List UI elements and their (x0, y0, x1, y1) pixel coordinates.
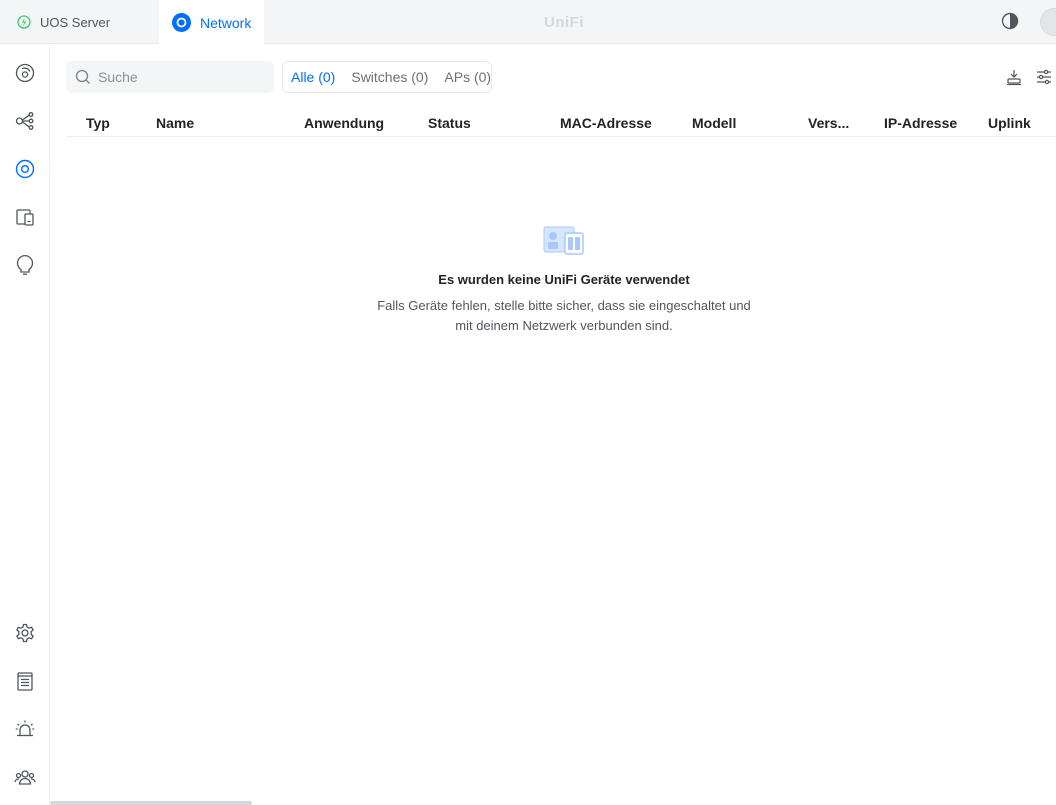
column-header-name[interactable]: Name (156, 115, 194, 131)
tab-label: Network (200, 14, 252, 31)
tab-uos-server[interactable]: UOS Server (0, 0, 159, 44)
uos-server-icon (17, 15, 31, 29)
topology-icon (15, 112, 34, 130)
search-box[interactable] (66, 61, 274, 93)
tab-network[interactable]: Network (159, 0, 264, 45)
sidebar-item-dashboard[interactable] (13, 61, 37, 85)
network-icon (172, 13, 191, 32)
column-header-status[interactable]: Status (428, 115, 471, 131)
horizontal-scrollbar[interactable] (50, 801, 252, 805)
alarm-icon (15, 720, 35, 737)
empty-devices-icon (543, 226, 584, 255)
filter-aps[interactable]: APs (0) (444, 69, 491, 85)
sidebar-item-logs[interactable] (13, 669, 37, 693)
sidebar-item-topology[interactable] (13, 109, 37, 133)
sidebar-item-alarms[interactable] (13, 717, 37, 741)
dashboard-icon (15, 63, 35, 83)
sidebar-item-client-devices[interactable] (13, 205, 37, 229)
search-icon (75, 69, 90, 84)
sidebar (0, 45, 50, 805)
unifi-devices-icon (15, 159, 35, 179)
empty-state-title: Es wurden keine UniFi Geräte verwendet (438, 272, 690, 287)
filter-switches[interactable]: Switches (0) (351, 69, 428, 85)
user-avatar[interactable] (1040, 8, 1056, 36)
contrast-icon[interactable] (1001, 12, 1019, 30)
export-icon[interactable] (1005, 68, 1023, 86)
empty-state-message: Falls Geräte fehlen, stelle bitte sicher… (364, 296, 764, 336)
sidebar-item-unifi-devices[interactable] (13, 157, 37, 181)
table-header: Typ Name Anwendung Status MAC-Adresse Mo… (66, 110, 1056, 137)
tab-label: UOS Server (40, 14, 111, 30)
users-icon (14, 770, 36, 785)
empty-state-line: Falls Geräte fehlen, stelle bitte sicher… (377, 298, 751, 313)
column-header-uplink[interactable]: Uplink (988, 115, 1031, 131)
logs-icon (17, 672, 33, 691)
gear-icon (16, 623, 34, 643)
column-header-mac-address[interactable]: MAC-Adresse (560, 115, 652, 131)
sidebar-item-admins[interactable] (13, 765, 37, 789)
column-settings-icon[interactable] (1035, 68, 1053, 86)
column-header-model[interactable]: Modell (692, 115, 736, 131)
empty-state-line: mit deinem Netzwerk verbunden sind. (455, 318, 673, 333)
column-header-type[interactable]: Typ (86, 115, 110, 131)
sidebar-item-settings[interactable] (13, 621, 37, 645)
client-devices-icon (16, 209, 34, 226)
column-header-version[interactable]: Vers... (808, 115, 849, 131)
column-header-application[interactable]: Anwendung (304, 115, 384, 131)
filter-all[interactable]: Alle (0) (291, 69, 335, 85)
top-bar: UOS Server Network UniFi (0, 0, 1056, 45)
device-filter-group: Alle (0) Switches (0) APs (0) (282, 61, 492, 93)
column-header-ip-address[interactable]: IP-Adresse (884, 115, 957, 131)
search-input[interactable] (98, 69, 268, 85)
